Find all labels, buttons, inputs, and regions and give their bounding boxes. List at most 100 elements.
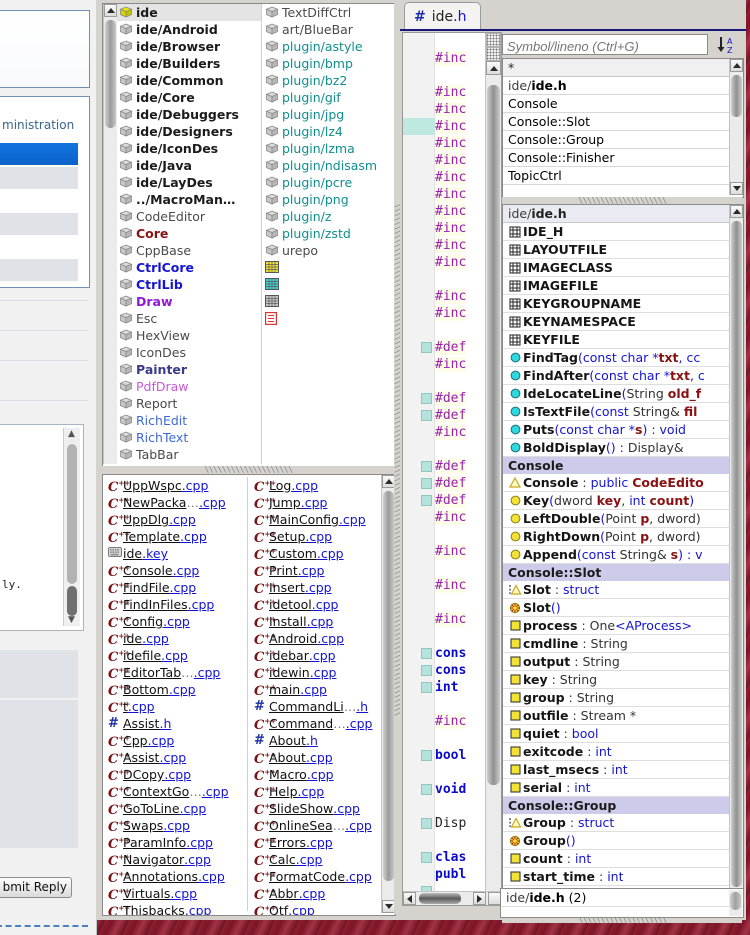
file-item[interactable]: C++Assist.cpp [105,749,245,766]
file-item[interactable]: C++Help.cpp [251,783,375,800]
bg-list-row[interactable] [0,213,78,235]
symbol-item[interactable]: Key(dword key, int count) [503,492,743,510]
file-item[interactable]: C++ContextGo….cpp [105,783,245,800]
scroll-down-button[interactable] [730,182,743,195]
symbol-item[interactable]: outfile : Stream * [503,707,743,725]
file-item[interactable]: C++Errors.cpp [251,834,375,851]
symbol-item[interactable]: LeftDouble(Point p, dword) [503,510,743,528]
symbol-item[interactable]: quiet : bool [503,725,743,743]
symbol-item[interactable]: FindTag(const char *txt, cc [503,349,743,367]
package-item[interactable]: ide/Debuggers [117,106,261,123]
package-item[interactable] [263,310,393,327]
code-editor[interactable]: #inc#inc#inc#inc#inc#inc#inc#inc#inc#inc… [402,32,502,906]
file-item[interactable]: C++Print.cpp [251,562,375,579]
file-item[interactable]: C++Abbr.cpp [251,885,375,902]
file-item[interactable]: C++Template.cpp [105,528,245,545]
sort-az-icon[interactable]: A Z [716,35,740,55]
package-item[interactable]: RichText [117,429,261,446]
package-item[interactable]: IconDes [117,344,261,361]
package-item[interactable]: ide/Core [117,89,261,106]
file-item[interactable]: C++Annotations.cpp [105,868,245,885]
package-item[interactable]: plugin/gif [263,89,393,106]
package-item[interactable]: ../MacroMan… [117,191,261,208]
assist-splitter[interactable]: \\\\\\\\\\\\\\\\\\\\ [502,197,742,204]
package-item[interactable]: plugin/zstd [263,225,393,242]
file-item[interactable]: C++idebar.cpp [251,647,375,664]
tab-ide-h[interactable]: # ide.h [404,2,481,30]
bg-textarea-scrollbar[interactable]: ▲ ▼ [63,428,80,626]
scroll-up-button[interactable] [486,61,501,75]
file-item[interactable]: C++Command….cpp [251,715,375,732]
bg-textarea[interactable]: ▲ ▼ [0,424,84,631]
symbol-list[interactable]: ide/ide.h IDE_HLAYOUTFILEIMAGECLASSIMAGE… [502,204,744,918]
fold-marker-icon[interactable] [421,665,432,676]
submit-reply-button[interactable]: bmit Reply [0,877,72,898]
symbol-item[interactable]: Slot : struct [503,581,743,599]
file-item[interactable]: #CommandLi….h [251,698,375,715]
file-item[interactable]: C++FormatCode.cpp [251,868,375,885]
package-item[interactable]: ide/Android [117,21,261,38]
file-item[interactable]: C++About.cpp [251,749,375,766]
file-item[interactable]: C++ide.cpp [105,630,245,647]
file-item[interactable]: C++Setup.cpp [251,528,375,545]
scope-item[interactable]: ide/ide.h [503,77,743,95]
package-item[interactable]: ide/LayDes [117,174,261,191]
scroll-down-icon[interactable]: ▼ [68,615,75,625]
package-item[interactable]: ide/Designers [117,123,261,140]
file-item[interactable]: C++Config.cpp [105,613,245,630]
symbol-item[interactable]: FindAfter(const char *txt, c [503,367,743,385]
file-item[interactable]: C++ParamInfo.cpp [105,834,245,851]
scope-item[interactable]: Console::Slot [503,113,743,131]
scroll-thumb[interactable] [105,20,116,128]
theide-window[interactable]: ideide/Androidide/Browseride/Builderside… [96,0,746,920]
package-item[interactable]: Esc [117,310,261,327]
file-item[interactable]: C++OnlineSea….cpp [251,817,375,834]
file-item[interactable]: C++idefile.cpp [105,647,245,664]
file-item[interactable]: C++UppWspc.cpp [105,477,245,494]
package-item[interactable]: plugin/jpg [263,106,393,123]
file-column-left[interactable]: C++UppWspc.cppC++NewPacka….cppC++UppDlg.… [105,477,245,916]
file-item[interactable]: #About.h [251,732,375,749]
file-item[interactable]: C++Log.cpp [251,477,375,494]
symbol-item[interactable]: exitcode : int [503,743,743,761]
file-item[interactable]: C++t.cpp [105,698,245,715]
search-input[interactable] [502,34,708,55]
package-item[interactable]: plugin/bmp [263,55,393,72]
fold-marker-icon[interactable] [421,648,432,659]
package-item[interactable]: PdfDraw [117,378,261,395]
symbol-item[interactable]: Append(const String& s) : v [503,546,743,564]
scroll-right-button[interactable] [473,892,486,905]
scope-item[interactable]: TopicCtrl [503,167,743,185]
file-item[interactable]: ide.key [105,545,245,562]
package-column-left[interactable]: ideide/Androidide/Browseride/Builderside… [117,4,261,463]
package-item[interactable] [263,259,393,276]
file-item[interactable]: C++GoToLine.cpp [105,800,245,817]
fold-marker-icon[interactable] [421,495,432,506]
scope-item[interactable]: Console [503,95,743,113]
editor-tabstrip[interactable]: # ide.h [400,0,746,30]
workspace-splitter[interactable]: \\\\\\\\\\\\\\\\\\\\ [102,466,394,473]
package-item[interactable]: plugin/png [263,191,393,208]
package-item[interactable] [263,293,393,310]
file-item[interactable]: C++Insert.cpp [251,579,375,596]
status-scrollbar[interactable] [729,890,742,916]
bg-selected-row[interactable] [0,143,78,165]
file-item[interactable]: C++Console.cpp [105,562,245,579]
package-item[interactable]: plugin/lzma [263,140,393,157]
fold-marker-icon[interactable] [421,478,432,489]
scroll-thumb[interactable] [731,75,742,117]
file-item[interactable]: C++idetool.cpp [251,596,375,613]
fold-marker-icon[interactable] [421,342,432,353]
editor-horizontal-scrollbar[interactable] [403,891,501,905]
package-item[interactable]: ide/IconDes [117,140,261,157]
scroll-left-button[interactable] [403,892,416,905]
symbol-item[interactable]: serial : int [503,779,743,797]
package-item[interactable]: ide [117,4,261,21]
file-item[interactable]: C++Thisbacks.cpp [105,902,245,916]
package-item[interactable]: RichEdit [117,412,261,429]
fold-marker-icon[interactable] [421,682,432,693]
symbol-rows[interactable]: IDE_HLAYOUTFILEIMAGECLASSIMAGEFILEKEYGRO… [503,223,743,886]
symbol-list-scrollbar[interactable] [729,205,743,915]
scroll-up-button[interactable] [730,205,743,218]
package-item[interactable]: ide/Common [117,72,261,89]
